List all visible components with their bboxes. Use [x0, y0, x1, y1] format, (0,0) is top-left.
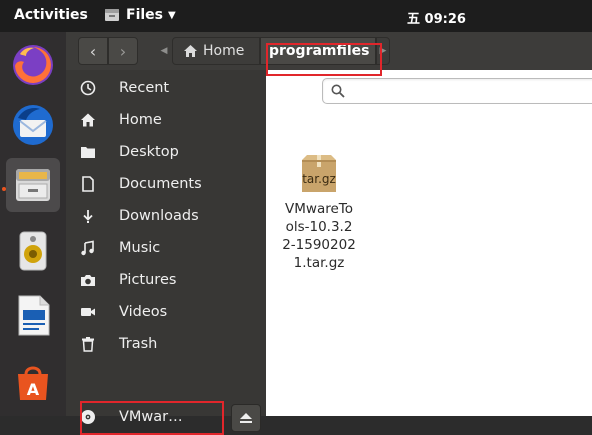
activities-button[interactable]: Activities [14, 7, 88, 23]
trash-icon [79, 335, 97, 353]
sidebar-item-label: Recent [119, 80, 170, 96]
file-item[interactable]: tar.gz VMwareTools-10.3.22-15902021.tar.… [282, 154, 356, 272]
app-menu[interactable]: Files ▼ [104, 7, 176, 23]
software-icon[interactable]: A [6, 354, 60, 408]
top-bar: Activities Files ▼ 五 09:26 [0, 0, 592, 32]
archive-icon: tar.gz [298, 154, 340, 194]
svg-text:A: A [27, 380, 40, 399]
caret-down-icon: ▼ [168, 9, 176, 21]
video-icon [79, 303, 97, 321]
files-icon [105, 9, 119, 21]
sidebar-item-home[interactable]: Home [66, 104, 266, 136]
highlight-box-path [266, 43, 382, 76]
sidebar-item-label: Videos [119, 304, 168, 320]
dock: A [0, 32, 66, 416]
running-indicator [2, 187, 6, 191]
sidebar-item-videos[interactable]: Videos [66, 296, 266, 328]
breadcrumb-home[interactable]: Home [172, 37, 260, 65]
sidebar-item-label: Downloads [119, 208, 199, 224]
sidebar: Recent Home Desktop Documents Downloads [66, 70, 266, 435]
chevron-left-icon: ‹ [89, 41, 97, 61]
file-name: VMwareTools-10.3.22-15902021.tar.gz [282, 201, 356, 271]
triangle-left-icon: ◀ [160, 46, 168, 56]
eject-button[interactable] [231, 404, 261, 432]
home-icon [184, 45, 197, 57]
clock-icon [79, 79, 97, 97]
music-icon [79, 239, 97, 257]
clock[interactable]: 五 09:26 [407, 8, 466, 27]
sidebar-item-label: Desktop [119, 144, 179, 160]
folder-icon [79, 143, 97, 161]
sidebar-item-trash[interactable]: Trash [66, 328, 266, 360]
search-input[interactable] [322, 78, 592, 104]
document-icon [79, 175, 97, 193]
sidebar-item-label: Documents [119, 176, 202, 192]
files-window: ‹ › ◀ Home programfiles ▶ Recent Home De… [66, 32, 592, 435]
libreoffice-writer-icon[interactable] [6, 288, 60, 342]
firefox-icon[interactable] [6, 38, 60, 92]
sidebar-item-label: Home [119, 112, 162, 128]
path-scroll-left-button[interactable]: ◀ [158, 37, 170, 65]
sidebar-item-music[interactable]: Music [66, 232, 266, 264]
sidebar-item-recent[interactable]: Recent [66, 72, 266, 104]
download-icon [79, 207, 97, 225]
sidebar-item-pictures[interactable]: Pictures [66, 264, 266, 296]
search-icon [331, 84, 345, 98]
file-view: tar.gz VMwareTools-10.3.22-15902021.tar.… [266, 70, 592, 416]
breadcrumb-home-label: Home [203, 43, 245, 59]
sidebar-item-label: Pictures [119, 272, 177, 288]
files-icon[interactable] [6, 158, 60, 212]
back-button[interactable]: ‹ [78, 37, 108, 65]
sidebar-item-desktop[interactable]: Desktop [66, 136, 266, 168]
sidebar-item-documents[interactable]: Documents [66, 168, 266, 200]
archive-icon-label: tar.gz [302, 172, 336, 186]
thunderbird-icon[interactable] [6, 98, 60, 152]
chevron-right-icon: › [119, 41, 127, 61]
highlight-box-vmware [80, 401, 224, 435]
sidebar-item-label: Trash [119, 336, 158, 352]
camera-icon [79, 271, 97, 289]
sidebar-item-label: Music [119, 240, 161, 256]
rhythmbox-icon[interactable] [6, 224, 60, 278]
eject-icon [240, 413, 252, 423]
app-name: Files [126, 7, 163, 23]
home-icon [79, 111, 97, 129]
sidebar-item-downloads[interactable]: Downloads [66, 200, 266, 232]
forward-button[interactable]: › [108, 37, 138, 65]
